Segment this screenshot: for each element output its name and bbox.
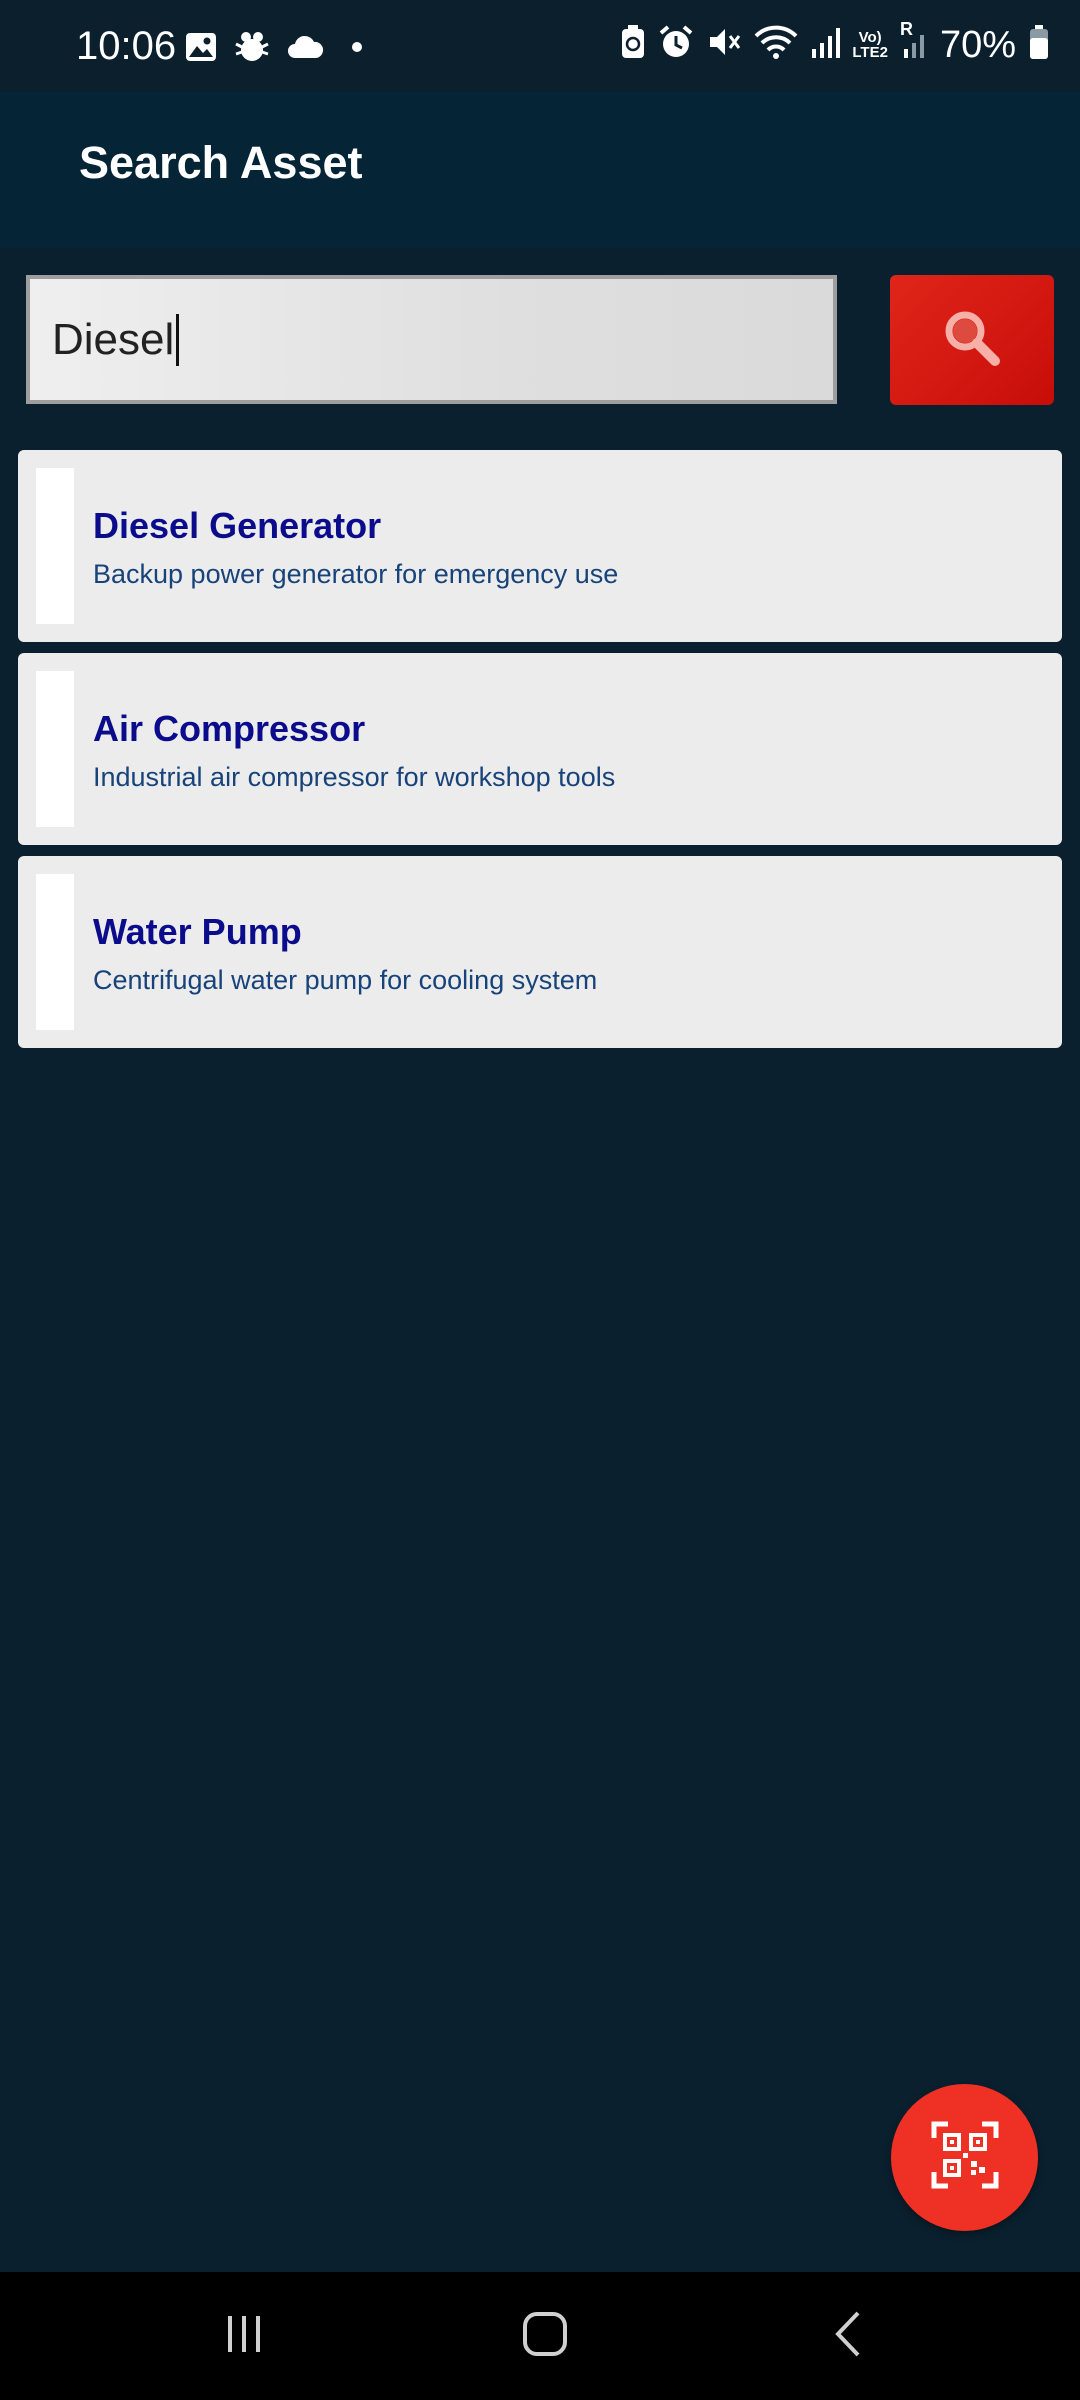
network-type-bottom: LTE2 (852, 43, 888, 61)
list-item[interactable]: Water Pump Centrifugal water pump for co… (18, 856, 1062, 1048)
asset-title: Diesel Generator (93, 505, 382, 546)
battery-icon (1028, 24, 1050, 65)
page-title: Search Asset (79, 137, 363, 188)
recent-apps-button[interactable] (164, 2272, 324, 2400)
list-item-accent (36, 468, 74, 624)
battery-percent: 70% (939, 23, 1016, 66)
search-input-value: Diesel (52, 314, 175, 364)
asset-description: Industrial air compressor for workshop t… (93, 762, 616, 792)
wifi-icon (754, 24, 798, 65)
asset-title: Air Compressor (93, 708, 366, 749)
status-time: 10:06 (76, 24, 177, 68)
dot-icon (338, 32, 368, 67)
asset-title: Water Pump (93, 911, 302, 952)
list-item[interactable]: Diesel Generator Backup power generator … (18, 450, 1062, 642)
text-cursor (176, 313, 180, 366)
results-list: Diesel Generator Backup power generator … (18, 450, 1062, 1059)
list-item[interactable]: Air Compressor Industrial air compressor… (18, 653, 1062, 845)
home-icon (521, 2310, 569, 2363)
list-item-accent (36, 671, 74, 827)
signal-icon (810, 25, 841, 64)
status-bar: 10:06 Vo) LTE2 R 70% (0, 0, 1080, 92)
search-icon (939, 305, 1005, 376)
navigation-bar (0, 2272, 1080, 2400)
recent-apps-icon (222, 2312, 266, 2361)
back-icon (830, 2309, 866, 2364)
list-item-accent (36, 874, 74, 1030)
gallery-icon (184, 30, 218, 69)
mute-icon (706, 24, 742, 65)
alarm-icon (658, 24, 694, 65)
back-button[interactable] (768, 2272, 928, 2400)
home-button[interactable] (465, 2272, 625, 2400)
signal-roaming-icon: R (900, 19, 928, 64)
bug-icon (232, 30, 272, 69)
qr-scan-button[interactable] (891, 2084, 1038, 2231)
app-bar: Search Asset (0, 92, 1080, 248)
asset-description: Backup power generator for emergency use (93, 559, 619, 589)
battery-saver-icon (620, 24, 646, 65)
search-input[interactable]: Diesel (26, 275, 837, 404)
roaming-label: R (899, 19, 913, 39)
asset-description: Centrifugal water pump for cooling syste… (93, 965, 598, 995)
cloud-icon (286, 34, 324, 65)
qr-code-scan-icon (930, 2120, 1000, 2195)
search-button[interactable] (890, 275, 1054, 405)
